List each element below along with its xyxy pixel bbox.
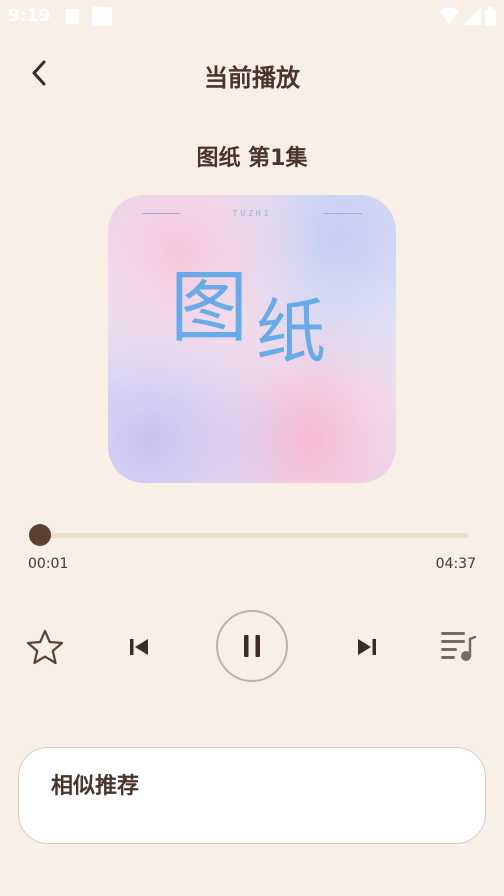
cover-title-char: 纸 [256,291,326,373]
playlist-button[interactable] [438,628,478,664]
status-icons [439,6,496,26]
cover-title-char: 图 [170,263,249,353]
page-title: 当前播放 [204,64,300,92]
cover-decoration [324,213,362,214]
status-bar: 9:19 [0,0,504,34]
episode-title: 图纸 第1集 [196,146,308,171]
similar-recommendations-card[interactable]: 相似推荐 [18,747,486,844]
signal-icon [463,7,481,25]
play-pause-button[interactable] [216,610,288,682]
current-time: 00:01 [28,556,69,572]
album-cover: TUZHI 图 纸 [108,195,396,483]
section-title: 相似推荐 [51,774,140,799]
previous-button[interactable] [124,632,154,662]
wifi-icon [439,7,459,24]
status-time: 9:19 [8,6,51,26]
skip-next-icon [358,639,376,655]
notification-icon [66,9,79,24]
battery-icon [485,6,496,26]
pause-icon [244,635,260,657]
playlist-music-icon [441,632,477,661]
notification-icon [92,7,112,26]
star-outline-icon [26,629,64,665]
header: 当前播放 [0,50,504,94]
favorite-button[interactable] [24,626,66,668]
progress-track[interactable] [38,533,468,538]
next-button[interactable] [352,632,382,662]
total-time: 04:37 [435,556,476,572]
skip-previous-icon [130,639,148,655]
progress-thumb[interactable] [28,524,51,546]
